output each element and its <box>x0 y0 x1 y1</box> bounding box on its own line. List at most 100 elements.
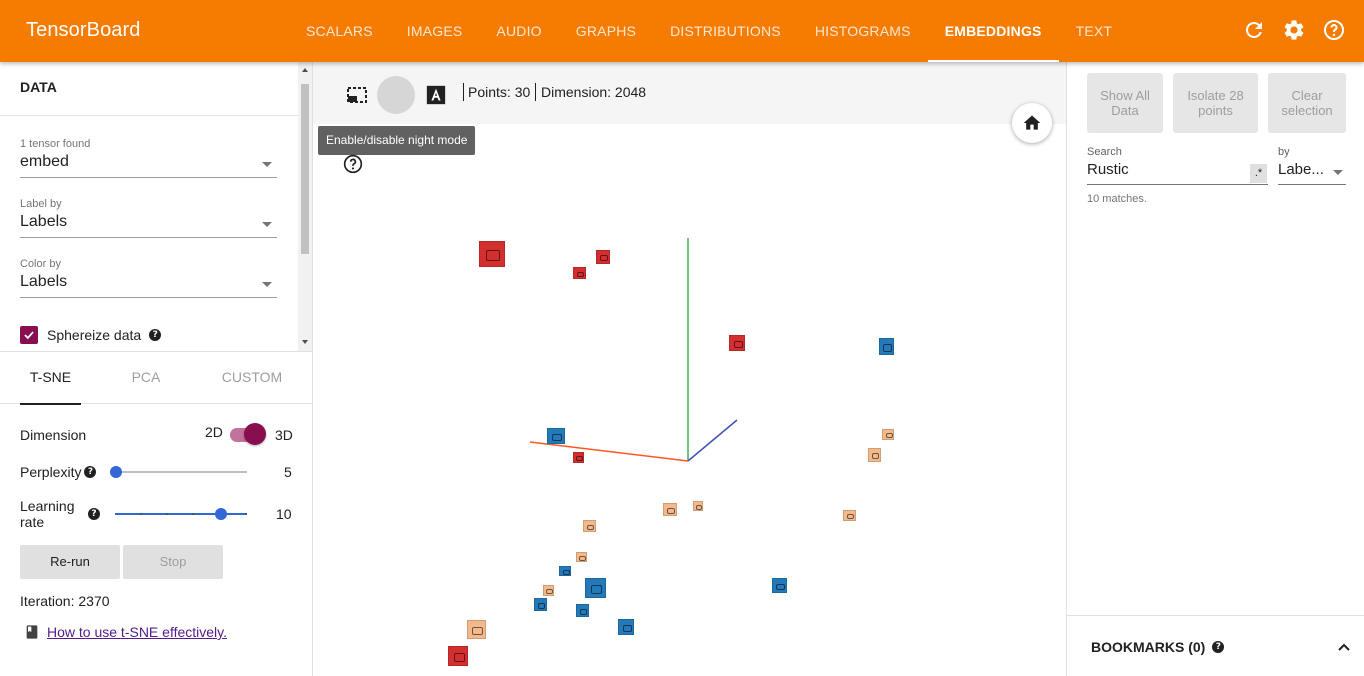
isolate-points-button[interactable]: Isolate 28 points <box>1173 73 1258 133</box>
tab-custom[interactable]: CUSTOM <box>213 352 291 404</box>
embedding-point[interactable] <box>573 267 586 279</box>
stop-button[interactable]: Stop <box>123 545 223 579</box>
help-icon[interactable]: ? <box>149 329 162 341</box>
projection-tabs: T-SNE PCA CUSTOM <box>0 352 312 405</box>
tab-text[interactable]: TEXT <box>1059 0 1130 62</box>
data-section: DATA 1 tensor found embed Label by Label… <box>0 62 313 352</box>
embedding-point[interactable] <box>693 501 703 511</box>
embedding-point[interactable] <box>618 619 634 635</box>
refresh-icon[interactable] <box>1242 18 1266 42</box>
embedding-point[interactable] <box>573 452 584 463</box>
slider-tick <box>140 513 142 515</box>
label-by-label: Label by <box>20 198 62 210</box>
search-value: Rustic <box>1087 161 1129 178</box>
regex-toggle[interactable]: .* <box>1250 164 1267 183</box>
embedding-point[interactable] <box>663 503 677 516</box>
rerun-button[interactable]: Re-run <box>20 545 120 579</box>
moon-icon <box>397 85 407 105</box>
embedding-point[interactable] <box>559 566 571 576</box>
dimension-count: Dimension: 2048 <box>541 84 647 100</box>
tab-distributions[interactable]: DISTRIBUTIONS <box>653 0 798 62</box>
embedding-point[interactable] <box>534 598 547 611</box>
tab-tsne[interactable]: T-SNE <box>20 352 81 405</box>
top-app-bar: TensorBoard SCALARS IMAGES AUDIO GRAPHS … <box>0 0 1364 62</box>
data-title: DATA <box>20 79 57 95</box>
embedding-point[interactable] <box>843 510 856 521</box>
embedding-point[interactable] <box>547 428 565 444</box>
dimension-3d-label: 3D <box>275 427 293 443</box>
dropdown-arrow-icon <box>1333 170 1343 175</box>
settings-icon[interactable] <box>1282 18 1306 42</box>
embedding-point[interactable] <box>772 578 787 593</box>
slider-tick <box>166 513 168 515</box>
dimension-toggle-knob[interactable] <box>244 423 266 445</box>
help-icon[interactable]: ? <box>84 466 97 478</box>
embedding-point[interactable] <box>729 335 745 351</box>
sphereize-row: Sphereize data ? <box>20 326 162 344</box>
label-toggle-button[interactable] <box>417 76 455 114</box>
help-icon[interactable] <box>343 154 363 174</box>
embedding-point[interactable] <box>448 646 468 666</box>
tab-embeddings[interactable]: EMBEDDINGS <box>927 0 1059 62</box>
tab-graphs[interactable]: GRAPHS <box>559 0 653 62</box>
chevron-up-icon[interactable] <box>1337 642 1351 652</box>
embedding-point[interactable] <box>882 429 894 440</box>
color-by-select[interactable]: Color by Labels <box>20 258 277 298</box>
tensor-select[interactable]: 1 tensor found embed <box>20 138 277 178</box>
tab-scalars[interactable]: SCALARS <box>289 0 390 62</box>
main-tabs: SCALARS IMAGES AUDIO GRAPHS DISTRIBUTION… <box>289 0 1129 62</box>
embedding-point[interactable] <box>543 585 554 596</box>
learning-rate-slider-knob[interactable] <box>215 508 227 520</box>
learning-rate-label: Learning rate <box>20 498 75 530</box>
help-icon[interactable]: ? <box>1212 641 1225 653</box>
perplexity-slider-knob[interactable] <box>110 466 122 478</box>
by-label: by <box>1278 146 1290 158</box>
embedding-point[interactable] <box>479 241 505 267</box>
search-by-select[interactable]: Labe... <box>1278 161 1346 185</box>
dropdown-arrow-icon <box>262 222 272 227</box>
embedding-point[interactable] <box>879 338 894 355</box>
home-button[interactable] <box>1012 103 1052 143</box>
tab-images[interactable]: IMAGES <box>390 0 480 62</box>
selection-mode-button[interactable] <box>338 76 376 114</box>
color-by-label: Color by <box>20 258 61 270</box>
points-count: Points: 30 <box>468 84 531 100</box>
clear-selection-button[interactable]: Clear selection <box>1268 73 1346 133</box>
scrollbar-thumb[interactable] <box>301 84 309 254</box>
help-icon[interactable] <box>1322 18 1346 42</box>
bounding-box-icon <box>347 87 367 103</box>
learning-rate-slider[interactable] <box>115 513 247 515</box>
tab-pca[interactable]: PCA <box>116 352 176 404</box>
scatter-canvas[interactable] <box>313 124 1066 676</box>
projector-area: Points: 30 Dimension: 2048 Enable/disabl… <box>313 62 1066 676</box>
embedding-point[interactable] <box>576 604 589 617</box>
scrollbar[interactable] <box>298 62 312 351</box>
embedding-point[interactable] <box>583 520 596 532</box>
search-input[interactable]: Rustic <box>1087 161 1268 185</box>
embedding-point[interactable] <box>596 250 610 264</box>
sphereize-checkbox[interactable] <box>20 326 38 344</box>
embedding-point[interactable] <box>868 448 881 462</box>
show-all-data-button[interactable]: Show All Data <box>1087 73 1163 133</box>
scroll-down-icon[interactable] <box>302 340 308 344</box>
label-by-select[interactable]: Label by Labels <box>20 198 277 238</box>
separator <box>463 83 464 101</box>
embedding-point[interactable] <box>585 578 606 598</box>
night-mode-button[interactable] <box>377 76 415 114</box>
inspector-panel: Show All Data Isolate 28 points Clear se… <box>1066 62 1364 676</box>
dropdown-arrow-icon <box>262 282 272 287</box>
tab-audio[interactable]: AUDIO <box>479 0 558 62</box>
perplexity-slider[interactable] <box>116 471 247 473</box>
scroll-up-icon[interactable] <box>302 68 308 72</box>
home-icon <box>1023 115 1041 130</box>
embedding-point[interactable] <box>467 620 486 639</box>
embedding-point[interactable] <box>576 552 587 562</box>
tsne-help-link[interactable]: How to use t-SNE effectively. <box>47 624 227 640</box>
night-mode-tooltip: Enable/disable night mode <box>318 126 476 155</box>
app-title: TensorBoard <box>26 19 141 41</box>
tab-histograms[interactable]: HISTOGRAMS <box>798 0 928 62</box>
bookmarks-title: BOOKMARKS (0) <box>1091 639 1206 655</box>
divider <box>0 115 298 116</box>
help-icon[interactable]: ? <box>88 508 100 520</box>
bookmarks-panel[interactable]: BOOKMARKS (0) ? <box>1067 615 1364 676</box>
